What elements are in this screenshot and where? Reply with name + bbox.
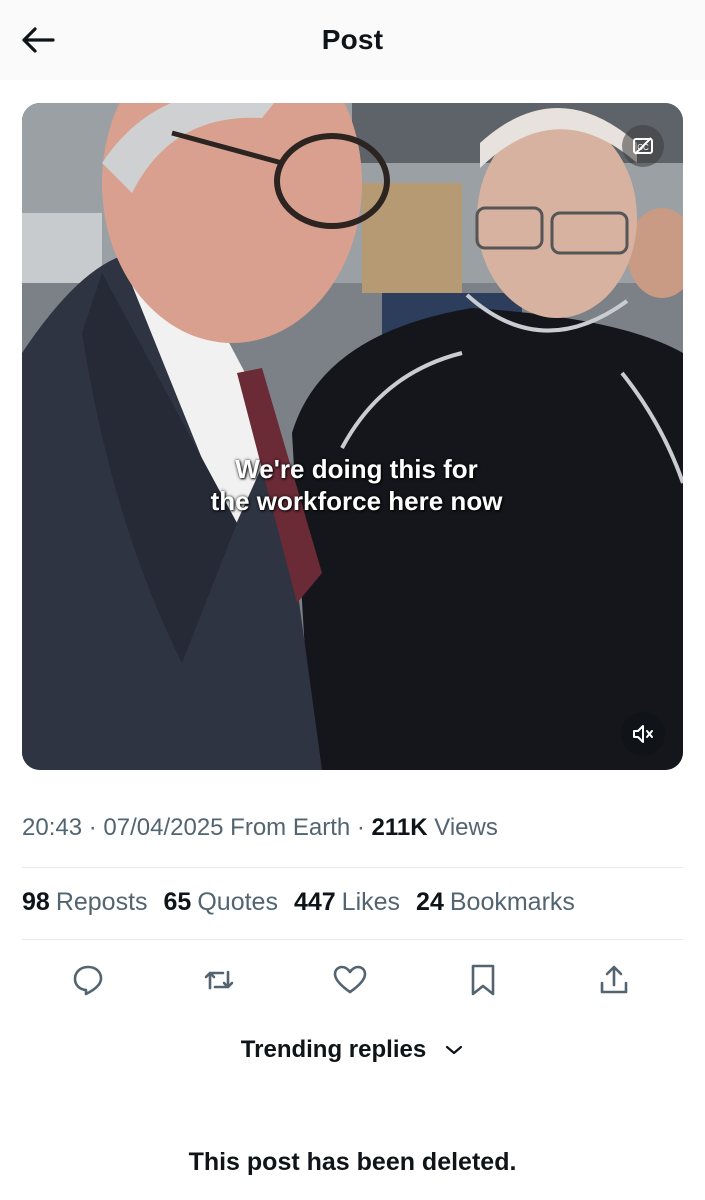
like-button[interactable] — [328, 958, 372, 1002]
video-frame — [22, 103, 683, 770]
likes-label: Likes — [341, 888, 401, 916]
reply-icon — [73, 965, 103, 996]
heart-icon — [333, 965, 367, 994]
engagement-stats: 98 Reposts 65 Quotes 447 Likes 24 Bookmarks — [22, 888, 575, 917]
divider — [22, 867, 683, 868]
video-caption: We're doing this for the workforce here … — [22, 453, 683, 517]
bookmarks-stat[interactable]: 24 Bookmarks — [416, 888, 575, 917]
quotes-count: 65 — [163, 888, 192, 916]
post-meta: 20:43 · 07/04/2025 From Earth · 211K Vie… — [22, 814, 498, 842]
reposts-label: Reposts — [55, 888, 148, 916]
repost-icon — [204, 970, 234, 990]
share-button[interactable] — [592, 958, 636, 1002]
repost-button[interactable] — [197, 958, 241, 1002]
views-count[interactable]: 211K — [372, 814, 428, 841]
replies-sort-label: Trending replies — [240, 1036, 427, 1063]
meta-separator: · — [350, 814, 372, 841]
views-label: Views — [427, 814, 498, 841]
top-bar: Post — [0, 0, 705, 80]
mute-toggle-button[interactable] — [621, 712, 665, 756]
likes-stat[interactable]: 447 Likes — [294, 888, 400, 917]
post-time: 20:43 — [22, 814, 83, 841]
deleted-post-notice: This post has been deleted. — [188, 1148, 517, 1176]
divider — [22, 939, 683, 940]
reply-button[interactable] — [66, 958, 110, 1002]
caption-line-1: We're doing this for — [235, 454, 478, 484]
video-player[interactable]: We're doing this for the workforce here … — [22, 103, 683, 770]
captions-toggle-button[interactable]: CC — [622, 125, 664, 167]
reposts-stat[interactable]: 98 Reposts — [22, 888, 148, 917]
share-icon — [600, 965, 628, 994]
post-source: From Earth — [223, 814, 351, 841]
post-date: 07/04/2025 — [103, 814, 224, 841]
chevron-down-icon — [446, 1045, 463, 1055]
page-title: Post — [321, 24, 384, 55]
bookmarks-count: 24 — [416, 888, 444, 916]
bookmark-button[interactable] — [461, 958, 505, 1002]
meta-separator: · — [82, 814, 104, 841]
quotes-stat[interactable]: 65 Quotes — [164, 888, 278, 917]
bookmark-icon — [471, 964, 495, 996]
captions-off-icon: CC — [633, 137, 653, 155]
replies-sort-dropdown[interactable]: Trending replies — [0, 1036, 705, 1064]
likes-count: 447 — [293, 888, 336, 916]
action-bar — [0, 958, 705, 1002]
reposts-count: 98 — [22, 888, 50, 916]
bookmarks-label: Bookmarks — [449, 888, 575, 916]
caption-line-2: the workforce here now — [210, 486, 503, 516]
muted-speaker-icon — [633, 725, 653, 743]
quotes-label: Quotes — [197, 888, 278, 916]
